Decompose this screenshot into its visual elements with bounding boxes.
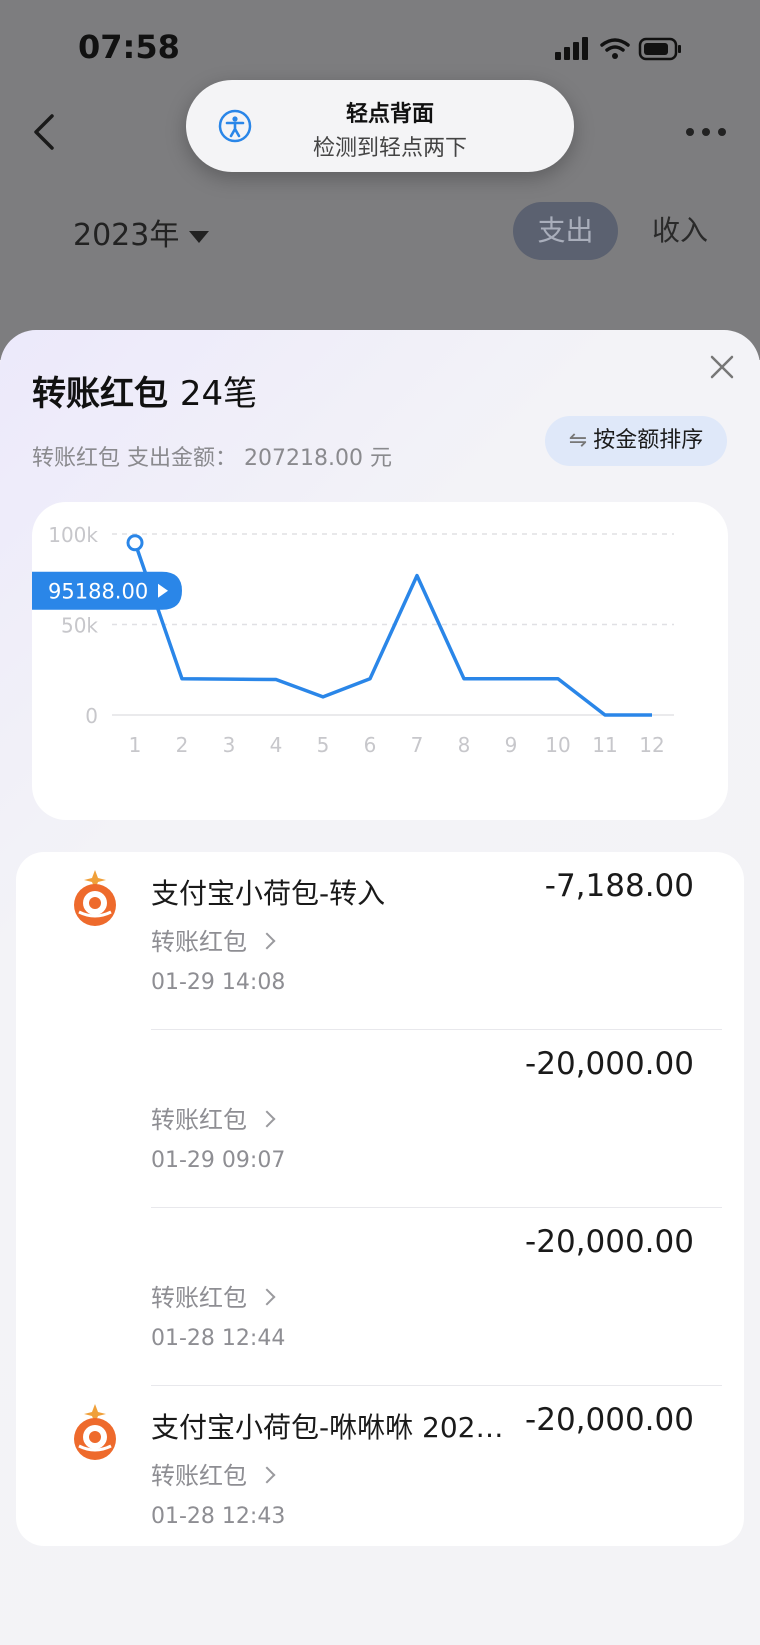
chart-card: 100k 50k 0 1 2 3 4 5 6 7 8 9 10 11 12 95188.00 [32, 502, 728, 820]
caret-down-icon [189, 230, 210, 243]
x-tick-label: 10 [545, 733, 570, 757]
transaction-name: 支付宝小荷包-转入 [151, 877, 386, 910]
y-tick-label: 100k [48, 523, 98, 547]
transaction-row[interactable]: 支付宝小荷包-转入 -7,188.00 转账红包 01-29 14:08 [16, 852, 744, 1030]
sheet-title-text: 转账红包 [32, 374, 168, 414]
x-tick-label: 4 [270, 733, 283, 757]
battery-icon [638, 37, 681, 61]
transaction-amount: -20,000.00 [525, 1402, 694, 1438]
x-tick-label: 9 [505, 733, 518, 757]
transaction-category-link[interactable]: 转账红包 [151, 922, 276, 957]
back-tap-toast: 轻点背面 检测到轻点两下 [186, 80, 574, 172]
year-label: 2023年 [73, 218, 180, 253]
toast-message: 检测到轻点两下 [312, 136, 467, 161]
back-button[interactable] [30, 112, 60, 152]
sheet-title: 转账红包 24笔 [32, 366, 257, 415]
transaction-row[interactable]: -20,000.00 转账红包 01-28 12:44 [16, 1208, 744, 1386]
chevron-right-icon [258, 932, 276, 950]
transaction-name: 支付宝小荷包-咻咻咻 2023... [151, 1411, 506, 1444]
year-selector[interactable]: 2023年 [73, 210, 210, 254]
x-tick-label: 1 [129, 733, 142, 757]
status-icons [555, 37, 681, 61]
close-icon[interactable] [708, 353, 736, 381]
swap-icon: ⇋ [568, 428, 588, 453]
x-tick-label: 3 [223, 733, 236, 757]
cellular-signal-icon [555, 37, 588, 60]
transaction-amount: -20,000.00 [525, 1224, 694, 1260]
x-tick-label: 12 [639, 733, 664, 757]
alipay-hebao-icon [74, 870, 116, 926]
wifi-dot [612, 53, 618, 59]
series-line [133, 542, 652, 717]
y-tick-label: 0 [85, 704, 98, 728]
wifi-icon [600, 38, 630, 52]
transaction-category-link[interactable]: 转账红包 [151, 1456, 276, 1491]
transaction-amount: -7,188.00 [544, 868, 694, 904]
transaction-time: 01-29 09:07 [151, 1148, 286, 1173]
tooltip-value: 95188.00 [48, 580, 148, 604]
more-button[interactable] [684, 122, 728, 142]
x-tick-label: 11 [592, 733, 617, 757]
x-tick-label: 8 [458, 733, 471, 757]
sheet-subtitle: 转账红包 支出金额： 207218.00 元 [32, 446, 392, 471]
alipay-hebao-icon [74, 1404, 116, 1460]
transaction-row[interactable]: -20,000.00 转账红包 01-29 09:07 [16, 1030, 744, 1208]
tab-expense[interactable]: 支出 [513, 202, 618, 260]
x-tick-label: 5 [317, 733, 330, 757]
chevron-right-icon [258, 1466, 276, 1484]
x-tick-label: 2 [176, 733, 189, 757]
transaction-amount: -20,000.00 [525, 1046, 694, 1082]
chevron-right-icon [258, 1110, 276, 1128]
x-tick-label: 7 [411, 733, 424, 757]
chevron-left-icon [34, 114, 54, 150]
transaction-list: 支付宝小荷包-转入 -7,188.00 转账红包 01-29 14:08 -20,000… [16, 852, 744, 1546]
transaction-category: 转账红包 [151, 1106, 247, 1134]
transaction-time: 01-29 14:08 [151, 970, 286, 995]
transaction-time: 01-28 12:43 [151, 1504, 286, 1529]
tab-income[interactable]: 收入 [640, 202, 720, 260]
transaction-time: 01-28 12:44 [151, 1326, 286, 1351]
chevron-right-icon [258, 1288, 276, 1306]
sort-by-amount-button[interactable]: ⇋ 按金额排序 [545, 416, 727, 466]
data-point [126, 534, 144, 552]
toast-title: 轻点背面 [345, 102, 434, 127]
x-tick-label: 6 [364, 733, 377, 757]
transaction-row[interactable]: 支付宝小荷包-咻咻咻 2023... -20,000.00 转账红包 01-28 12… [16, 1386, 744, 1564]
transaction-category: 转账红包 [151, 1462, 247, 1490]
status-time: 07:58 [78, 28, 180, 66]
transaction-category: 转账红包 [151, 1284, 247, 1312]
y-tick-label: 50k [61, 614, 98, 638]
transaction-category-link[interactable]: 转账红包 [151, 1278, 276, 1313]
more-icon [686, 128, 726, 136]
sort-label: 按金额排序 [593, 428, 704, 453]
monthly-line-chart[interactable]: 100k50k01 2 3 4 5 6 7 8 9 10 11 1295188.00 [32, 502, 728, 820]
sheet-count: 24笔 [179, 374, 258, 414]
transaction-category: 转账红包 [151, 928, 247, 956]
transaction-category-link[interactable]: 转账红包 [151, 1100, 276, 1135]
